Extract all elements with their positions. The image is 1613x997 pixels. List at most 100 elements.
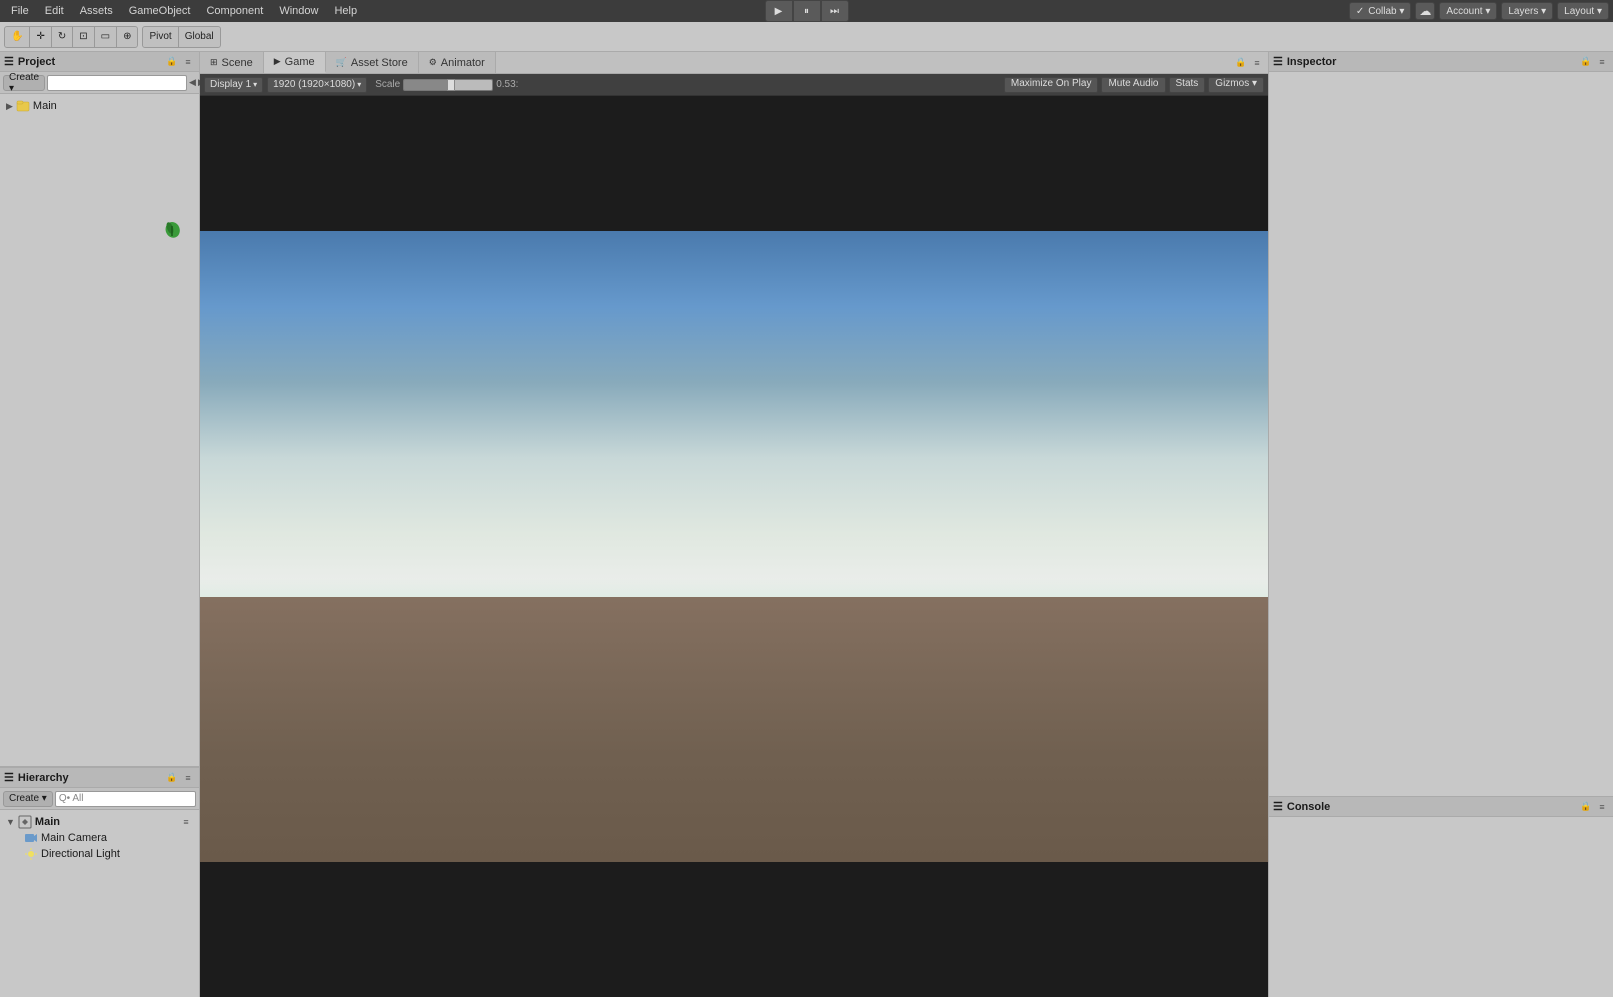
hierarchy-light-label: Directional Light bbox=[41, 848, 120, 860]
ground-plane bbox=[200, 597, 1268, 862]
menu-component[interactable]: Component bbox=[199, 3, 270, 19]
scene-tab-label: Scene bbox=[222, 57, 253, 69]
tab-scene[interactable]: ⊞ Scene bbox=[200, 52, 264, 73]
game-toolbar: Display 1 ▾ 1920 (1920×1080) ▾ Scale 0.5… bbox=[200, 74, 1268, 96]
hierarchy-main-label: Main bbox=[35, 816, 60, 828]
pause-button[interactable]: ⏸ bbox=[793, 0, 821, 22]
gizmos-btn[interactable]: Gizmos ▾ bbox=[1208, 77, 1264, 93]
menu-edit[interactable]: Edit bbox=[38, 3, 71, 19]
menu-gameobject[interactable]: GameObject bbox=[122, 3, 198, 19]
pivot-button[interactable]: Pivot bbox=[143, 26, 178, 48]
menu-window[interactable]: Window bbox=[272, 3, 325, 19]
hierarchy-panel-icon: ☰ bbox=[4, 771, 14, 784]
move-icon: ✛ bbox=[36, 31, 44, 42]
scale-slider[interactable] bbox=[403, 79, 493, 91]
scale-tool[interactable]: ⊡ bbox=[73, 26, 94, 48]
gameview-lock-btn[interactable]: 🔒 bbox=[1234, 56, 1248, 70]
hierarchy-search[interactable]: Q• All bbox=[55, 791, 196, 807]
menu-help[interactable]: Help bbox=[327, 3, 364, 19]
stats-btn[interactable]: Stats bbox=[1169, 77, 1206, 93]
hierarchy-camera-icon bbox=[24, 831, 38, 845]
tab-animator[interactable]: ⚙ Animator bbox=[419, 52, 496, 73]
game-tab-label: Game bbox=[285, 56, 315, 68]
menu-file[interactable]: File bbox=[4, 3, 36, 19]
move-tool[interactable]: ✛ bbox=[30, 26, 51, 48]
rect-tool[interactable]: ▭ bbox=[95, 26, 117, 48]
console-lock-btn[interactable]: 🔒 bbox=[1579, 800, 1593, 814]
project-lock-btn[interactable]: 🔒 bbox=[165, 55, 179, 69]
inspector-header: ☰ Inspector 🔒 ≡ bbox=[1269, 52, 1613, 72]
inspector-panel: ☰ Inspector 🔒 ≡ bbox=[1269, 52, 1613, 797]
hierarchy-content: ▼ Main ≡ Main Camera bbox=[0, 810, 199, 997]
account-button[interactable]: Account ▾ bbox=[1439, 2, 1497, 20]
layers-button[interactable]: Layers ▾ bbox=[1501, 2, 1553, 20]
hierarchy-toolbar: Create ▾ Q• All bbox=[0, 788, 199, 810]
project-nav-prev[interactable]: ◀ bbox=[189, 76, 196, 90]
hierarchy-main-camera[interactable]: Main Camera bbox=[4, 830, 195, 846]
maximize-on-play-btn[interactable]: Maximize On Play bbox=[1004, 77, 1099, 93]
display-chevron: ▾ bbox=[253, 80, 257, 89]
hierarchy-expand-icon: ▼ bbox=[6, 817, 15, 827]
inspector-title: Inspector bbox=[1287, 56, 1337, 68]
gameview-menu-btn[interactable]: ≡ bbox=[1250, 56, 1264, 70]
project-search-input[interactable] bbox=[47, 75, 187, 91]
project-toolbar: Create ▾ ◀ ▶ bbox=[0, 72, 199, 94]
cloud-button[interactable]: ☁ bbox=[1415, 2, 1435, 20]
hierarchy-main-scene[interactable]: ▼ Main ≡ bbox=[4, 814, 195, 830]
console-title: Console bbox=[1287, 801, 1330, 813]
project-main-label: Main bbox=[33, 100, 57, 112]
display-selector[interactable]: Display 1 ▾ bbox=[204, 77, 263, 93]
resolution-selector[interactable]: 1920 (1920×1080) ▾ bbox=[267, 77, 367, 93]
hierarchy-create-btn[interactable]: Create ▾ bbox=[3, 791, 53, 807]
step-button[interactable]: ⏭ bbox=[821, 0, 849, 22]
animator-tab-label: Animator bbox=[441, 57, 485, 69]
step-icon: ⏭ bbox=[830, 6, 839, 17]
animator-tab-icon: ⚙ bbox=[429, 57, 437, 68]
console-header: ☰ Console 🔒 ≡ bbox=[1269, 797, 1613, 817]
tab-game[interactable]: ▶ Game bbox=[264, 52, 326, 73]
game-letterbox-top bbox=[200, 96, 1268, 231]
play-button[interactable]: ▶ bbox=[765, 0, 793, 22]
resolution-chevron: ▾ bbox=[357, 80, 361, 89]
scale-label: Scale bbox=[375, 79, 400, 90]
hierarchy-directional-light[interactable]: Directional Light bbox=[4, 846, 195, 862]
project-main-item[interactable]: ▶ Main bbox=[4, 98, 195, 114]
inspector-menu-btn[interactable]: ≡ bbox=[1595, 55, 1609, 69]
menu-assets[interactable]: Assets bbox=[73, 3, 120, 19]
inspector-lock-btn[interactable]: 🔒 bbox=[1579, 55, 1593, 69]
maximize-on-play-label: Maximize On Play bbox=[1011, 78, 1092, 89]
account-label: Account ▾ bbox=[1446, 6, 1490, 17]
tab-asset-store[interactable]: 🛒 Asset Store bbox=[326, 52, 419, 73]
layout-label: Layout ▾ bbox=[1564, 6, 1602, 17]
hand-tool[interactable]: ✋ bbox=[5, 26, 30, 48]
rotate-tool[interactable]: ↻ bbox=[52, 26, 73, 48]
hierarchy-menu-btn[interactable]: ≡ bbox=[181, 771, 195, 785]
scene-tab-icon: ⊞ bbox=[210, 57, 218, 68]
tools-group: ✋ ✛ ↻ ⊡ ▭ ⊕ bbox=[4, 26, 138, 48]
hierarchy-lock-btn[interactable]: 🔒 bbox=[165, 771, 179, 785]
collab-label: Collab ▾ bbox=[1368, 6, 1404, 17]
project-menu-btn[interactable]: ≡ bbox=[181, 55, 195, 69]
console-panel: ☰ Console 🔒 ≡ bbox=[1269, 797, 1613, 997]
game-canvas bbox=[200, 96, 1268, 997]
global-button[interactable]: Global bbox=[179, 26, 220, 48]
console-menu-btn[interactable]: ≡ bbox=[1595, 800, 1609, 814]
center-panel: ⊞ Scene ▶ Game 🛒 Asset Store ⚙ Animator … bbox=[200, 52, 1268, 997]
collab-button[interactable]: ✓ Collab ▾ bbox=[1349, 2, 1412, 20]
asset-store-tab-icon: 🛒 bbox=[336, 57, 347, 68]
game-view: Display 1 ▾ 1920 (1920×1080) ▾ Scale 0.5… bbox=[200, 74, 1268, 997]
tab-bar: ⊞ Scene ▶ Game 🛒 Asset Store ⚙ Animator … bbox=[200, 52, 1268, 74]
pivot-global-group: Pivot Global bbox=[142, 26, 220, 48]
hierarchy-scene-menu[interactable]: ≡ bbox=[179, 815, 193, 829]
menu-bar: File Edit Assets GameObject Component Wi… bbox=[0, 0, 1613, 22]
hierarchy-camera-label: Main Camera bbox=[41, 832, 107, 844]
left-panel: ☰ Project 🔒 ≡ Create ▾ ◀ ▶ ▶ bbox=[0, 52, 200, 997]
scale-container: Scale 0.53: bbox=[375, 79, 518, 91]
console-icon: ☰ bbox=[1273, 800, 1283, 813]
all-tool[interactable]: ⊕ bbox=[117, 26, 137, 48]
layout-button[interactable]: Layout ▾ bbox=[1557, 2, 1609, 20]
project-create-btn[interactable]: Create ▾ bbox=[3, 75, 45, 91]
asset-store-tab-label: Asset Store bbox=[351, 57, 408, 69]
mute-audio-btn[interactable]: Mute Audio bbox=[1101, 77, 1165, 93]
project-panel-icon: ☰ bbox=[4, 55, 14, 68]
